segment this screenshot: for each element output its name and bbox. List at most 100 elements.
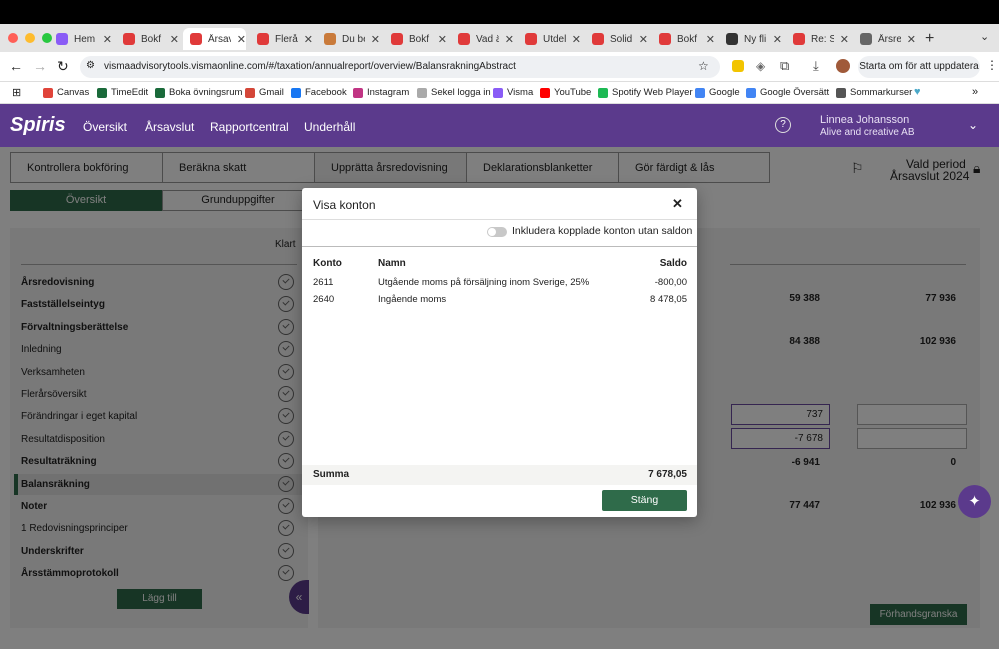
update-button[interactable]: Starta om för att uppdatera <box>858 56 980 78</box>
bookmark-item[interactable]: Canvas <box>43 87 89 98</box>
url-text: vismaadvisorytools.vismaonline.com/#/tax… <box>104 61 516 72</box>
extension-icon[interactable] <box>732 60 744 72</box>
user-name: Linnea Johansson <box>820 114 910 126</box>
visma-icon <box>56 33 68 45</box>
browser-tab[interactable]: Vad ä ✕ <box>451 28 514 50</box>
assistant-fab-button[interactable]: ✦ <box>958 485 991 518</box>
header-konto: Konto <box>313 258 342 269</box>
extensions-puzzle-icon[interactable]: ⧉ <box>780 58 789 74</box>
bookmark-label: Instagram <box>367 87 410 98</box>
close-button[interactable]: Stäng <box>602 490 687 511</box>
bookmarks-overflow-icon[interactable]: » <box>972 86 978 98</box>
browser-tab[interactable]: Flerå ✕ <box>250 28 313 50</box>
tab-title: Utdel <box>543 33 566 45</box>
browser-tab[interactable]: Du be ✕ <box>317 28 380 50</box>
minimize-window-button[interactable] <box>25 33 35 43</box>
browser-tab[interactable]: Ny fli ✕ <box>719 28 782 50</box>
browser-tab[interactable]: Årsre ✕ <box>853 28 916 50</box>
bookmark-label: Boka övningsrum <box>169 87 243 98</box>
bookmark-item[interactable]: Instagram <box>353 87 409 98</box>
browser-menu-icon[interactable]: ⋮ <box>986 58 998 72</box>
spiris-icon <box>391 33 403 45</box>
bookmark-favicon-icon <box>746 87 756 98</box>
apps-grid-icon[interactable]: ⊞ <box>12 86 21 99</box>
close-tab-icon[interactable]: ✕ <box>103 33 112 46</box>
forward-icon[interactable]: → <box>33 58 47 74</box>
close-tab-icon[interactable]: ✕ <box>170 33 179 46</box>
bookmark-item[interactable]: Sommarkurser <box>836 87 912 98</box>
bookmark-item[interactable]: Boka övningsrum <box>155 87 242 98</box>
globe-icon <box>860 33 872 45</box>
close-tab-icon[interactable]: ✕ <box>840 33 849 46</box>
close-tab-icon[interactable]: ✕ <box>237 33 246 46</box>
spiris-icon <box>659 33 671 45</box>
spiris-logo[interactable]: Spiris <box>10 114 66 137</box>
account-saldo-cell: -800,00 <box>654 277 687 288</box>
bookmark-favicon-icon <box>695 87 705 98</box>
bookmark-favicon-icon <box>836 87 846 98</box>
close-tab-icon[interactable]: ✕ <box>304 33 313 46</box>
account-konto-cell: 2640 <box>313 294 335 305</box>
browser-tab[interactable]: Bokf ✕ <box>116 28 179 50</box>
tab-list-chevron-icon[interactable]: ⌄ <box>980 30 989 43</box>
back-icon[interactable]: ← <box>9 58 23 74</box>
address-bar[interactable]: ⚙ vismaadvisorytools.vismaonline.com/#/t… <box>80 56 720 78</box>
new-tab-button[interactable]: + <box>925 30 934 48</box>
company-name: Alive and creative AB <box>820 127 915 138</box>
nav-arsavslut[interactable]: Årsavslut <box>145 120 194 134</box>
browser-tab[interactable]: Hem ✕ <box>49 28 112 50</box>
user-menu-chevron-icon[interactable]: ⌄ <box>968 118 978 132</box>
tab-title: Solid <box>610 33 633 45</box>
bookmark-heart-icon[interactable]: ♥ <box>914 86 921 98</box>
close-icon[interactable]: ✕ <box>672 196 683 212</box>
bookmark-label: Google Översätt <box>760 87 830 98</box>
browser-tab-bar: Hem✕Bokf✕Årsav✕Flerå✕Du be✕Bokf✕Vad ä✕Ut… <box>0 24 999 52</box>
modal-header-divider <box>302 219 697 220</box>
close-window-button[interactable] <box>8 33 18 43</box>
screen-top-bar <box>0 0 999 24</box>
spiris-icon <box>525 33 537 45</box>
bookmark-item[interactable]: YouTube <box>540 87 591 98</box>
bookmark-label: Facebook <box>305 87 347 98</box>
browser-tab[interactable]: Solid ✕ <box>585 28 648 50</box>
close-tab-icon[interactable]: ✕ <box>572 33 581 46</box>
close-tab-icon[interactable]: ✕ <box>371 33 380 46</box>
browser-tab[interactable]: Utdel ✕ <box>518 28 581 50</box>
close-tab-icon[interactable]: ✕ <box>505 33 514 46</box>
bookmark-item[interactable]: Google <box>695 87 740 98</box>
close-tab-icon[interactable]: ✕ <box>639 33 648 46</box>
spiris-icon <box>458 33 470 45</box>
site-info-icon[interactable]: ⚙ <box>86 60 95 71</box>
bookmark-item[interactable]: Visma <box>493 87 533 98</box>
include-zero-toggle[interactable] <box>487 227 507 237</box>
toggle-label: Inkludera kopplade konton utan saldon <box>512 225 693 237</box>
close-tab-icon[interactable]: ✕ <box>438 33 447 46</box>
nav-oversikt[interactable]: Översikt <box>83 120 127 134</box>
browser-tab[interactable]: Bokf ✕ <box>384 28 447 50</box>
bookmark-item[interactable]: Sekel logga in <box>417 87 491 98</box>
bookmark-item[interactable]: Google Översätt <box>746 87 829 98</box>
bookmark-item[interactable]: Facebook <box>291 87 347 98</box>
nav-underhall[interactable]: Underhåll <box>304 120 355 134</box>
bookmark-item[interactable]: Spotify Web Player <box>598 87 693 98</box>
visa-konton-modal: Visa konton ✕ Inkludera kopplade konton … <box>302 188 697 517</box>
account-saldo-cell: 8 478,05 <box>650 294 687 305</box>
extension-icon-2[interactable]: ◈ <box>756 59 765 73</box>
reload-icon[interactable]: ↻ <box>57 58 69 75</box>
browser-tab[interactable]: Årsav ✕ <box>183 28 246 50</box>
bookmark-star-icon[interactable]: ☆ <box>698 59 709 73</box>
browser-tab[interactable]: Re: S ✕ <box>786 28 849 50</box>
help-icon[interactable]: ? <box>775 117 791 133</box>
bookmark-item[interactable]: Gmail <box>245 87 284 98</box>
close-tab-icon[interactable]: ✕ <box>706 33 715 46</box>
profile-avatar[interactable] <box>836 59 850 73</box>
bookmark-favicon-icon <box>353 87 363 98</box>
bookmark-label: Sekel logga in <box>431 87 491 98</box>
spiris-icon <box>123 33 135 45</box>
close-tab-icon[interactable]: ✕ <box>907 33 916 46</box>
nav-rapportcentral[interactable]: Rapportcentral <box>210 120 289 134</box>
browser-tab[interactable]: Bokf ✕ <box>652 28 715 50</box>
bookmark-item[interactable]: TimeEdit <box>97 87 148 98</box>
download-icon[interactable]: ⤓ <box>813 58 819 74</box>
close-tab-icon[interactable]: ✕ <box>773 33 782 46</box>
